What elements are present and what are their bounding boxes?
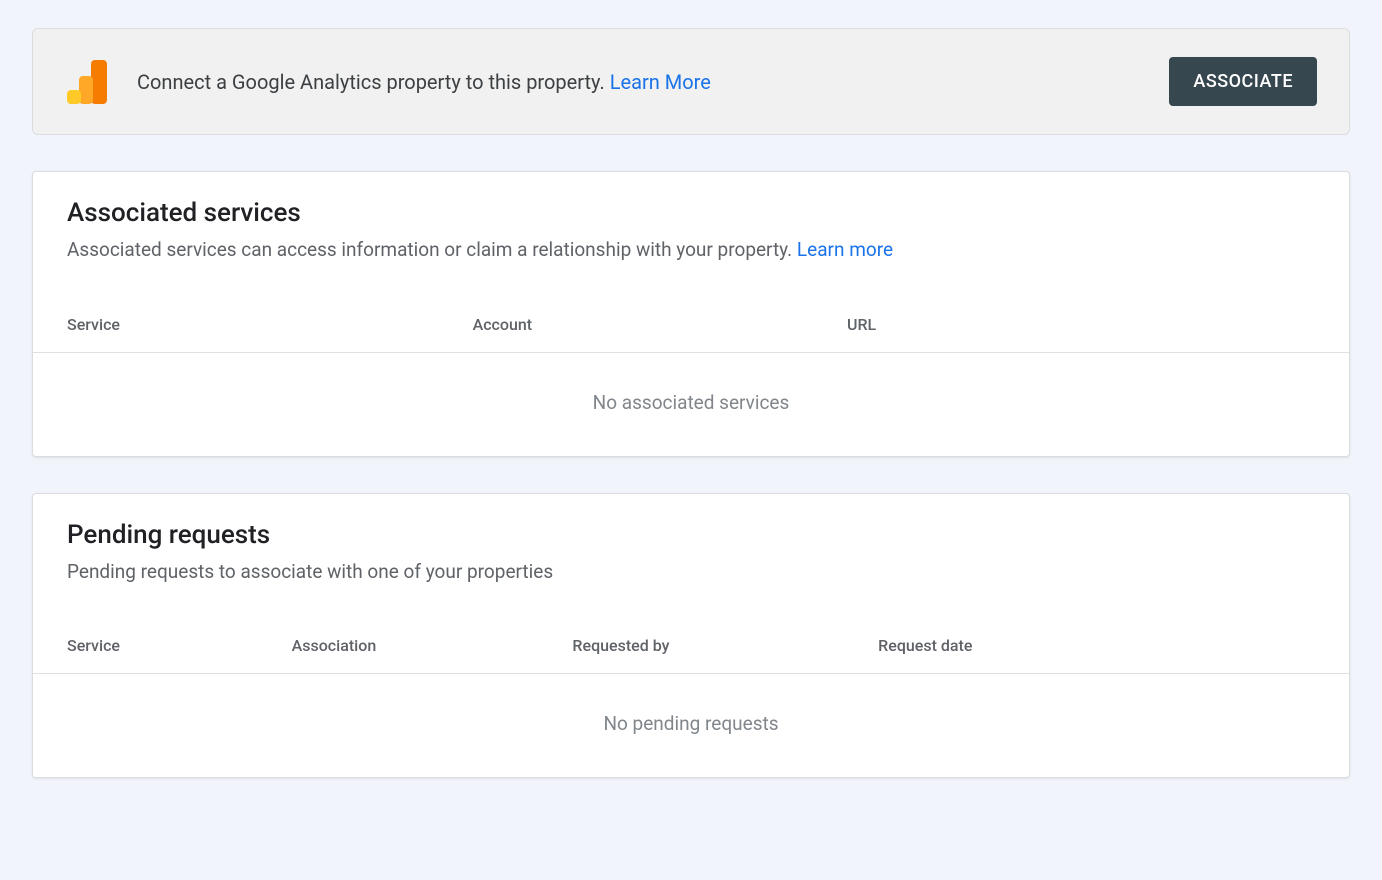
pending-empty-state: No pending requests xyxy=(33,674,1349,777)
associated-table-header: Service Account URL xyxy=(33,265,1349,353)
pending-requests-title: Pending requests xyxy=(67,520,1315,550)
associated-services-card: Associated services Associated services … xyxy=(32,171,1350,457)
col-requested-by: Requested by xyxy=(572,636,878,655)
connect-analytics-banner: Connect a Google Analytics property to t… xyxy=(32,28,1350,135)
pending-requests-desc: Pending requests to associate with one o… xyxy=(67,558,1315,587)
google-analytics-icon xyxy=(65,60,109,104)
associated-services-desc: Associated services can access informati… xyxy=(67,236,1315,265)
banner-learn-more-link[interactable]: Learn More xyxy=(610,70,711,94)
pending-table-header: Service Association Requested by Request… xyxy=(33,586,1349,674)
banner-message: Connect a Google Analytics property to t… xyxy=(137,68,1141,96)
pending-requests-card: Pending requests Pending requests to ass… xyxy=(32,493,1350,779)
associated-learn-more-link[interactable]: Learn more xyxy=(797,238,893,261)
col-association: Association xyxy=(292,636,573,655)
col-request-date: Request date xyxy=(878,636,1315,655)
col-url: URL xyxy=(847,315,1315,334)
banner-text: Connect a Google Analytics property to t… xyxy=(137,70,610,94)
col-service: Service xyxy=(67,315,473,334)
col-service: Service xyxy=(67,636,292,655)
col-account: Account xyxy=(473,315,847,334)
associated-empty-state: No associated services xyxy=(33,353,1349,456)
associated-desc-text: Associated services can access informati… xyxy=(67,238,797,261)
associated-services-title: Associated services xyxy=(67,198,1315,228)
associate-button[interactable]: ASSOCIATE xyxy=(1169,57,1317,106)
